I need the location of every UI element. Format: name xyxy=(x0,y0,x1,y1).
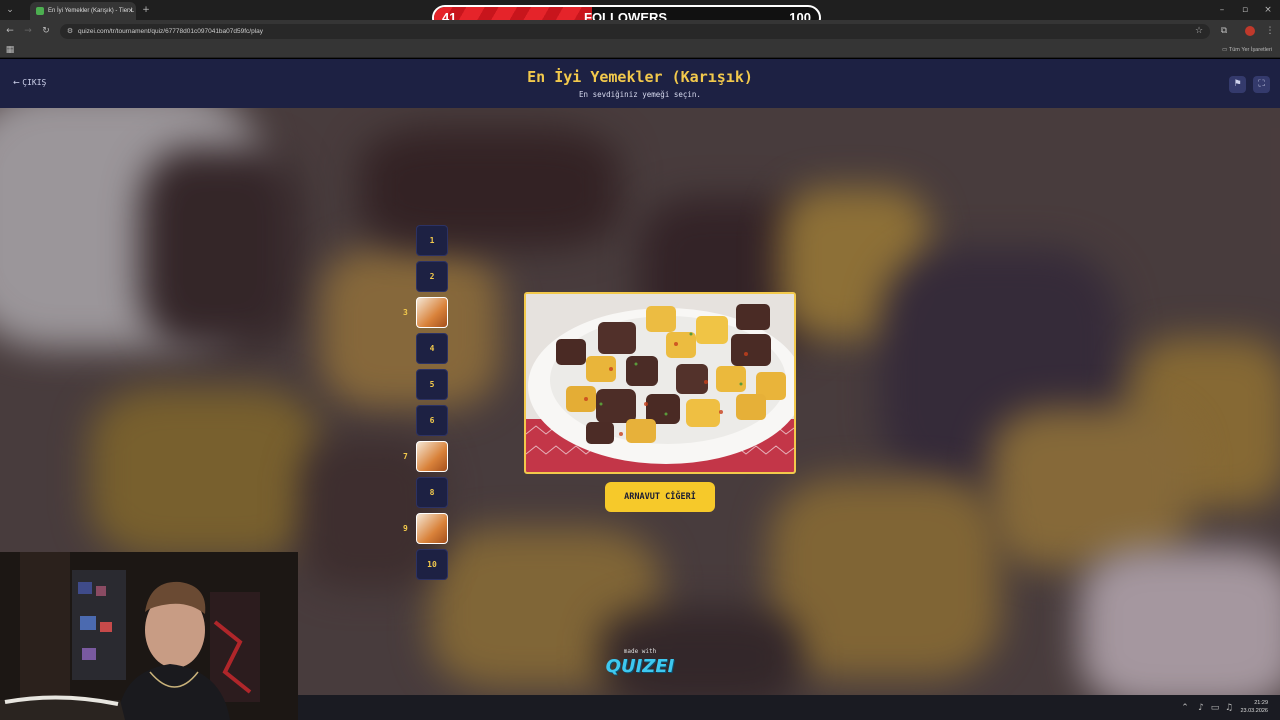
minimize-icon[interactable]: – xyxy=(1216,4,1228,16)
round-5[interactable]: 5 xyxy=(416,369,448,400)
close-window-icon[interactable]: × xyxy=(1262,4,1274,16)
food-image[interactable] xyxy=(524,292,796,474)
fullscreen-button[interactable]: ⛶ xyxy=(1253,76,1270,93)
tab-close-icon[interactable]: × xyxy=(128,2,133,20)
forward-arrow-icon[interactable]: → xyxy=(22,25,34,37)
flag-icon: ⚑ xyxy=(1233,79,1242,89)
round-9-thumbnail[interactable] xyxy=(416,513,448,544)
folder-icon: ▭ xyxy=(1221,47,1229,53)
all-bookmarks[interactable]: ▭ Tüm Yer İşaretleri xyxy=(1222,44,1272,56)
round-8[interactable]: 8 xyxy=(416,477,448,508)
browser-tab[interactable]: En İyi Yemekler (Karışık) - Tier L × xyxy=(30,2,136,20)
clock-date: 23.03.2026 xyxy=(1240,708,1268,714)
page-subtitle: En sevdiğiniz yemeği seçin. xyxy=(579,90,701,99)
select-item-button[interactable]: ARNAVUT CİĞERİ xyxy=(605,482,715,512)
round-7-label: 7 xyxy=(403,452,408,461)
webcam-image xyxy=(0,552,298,720)
reload-icon[interactable]: ↻ xyxy=(40,25,52,37)
volume-icon[interactable]: ♫ xyxy=(1224,702,1234,714)
round-7-thumbnail[interactable] xyxy=(416,441,448,472)
round-4[interactable]: 4 xyxy=(416,333,448,364)
round-10[interactable]: 10 xyxy=(416,549,448,580)
network-icon[interactable]: ▭ xyxy=(1210,702,1220,714)
bookmark-star-icon[interactable]: ☆ xyxy=(1193,25,1205,37)
tab-list-icon[interactable]: ⌄ xyxy=(4,4,16,16)
tab-title: En İyi Yemekler (Karışık) - Tier L xyxy=(48,8,135,14)
mic-icon[interactable]: ♪ xyxy=(1196,702,1206,714)
taskbar xyxy=(298,695,1280,720)
fullscreen-icon: ⛶ xyxy=(1258,79,1265,89)
report-flag-button[interactable]: ⚑ xyxy=(1229,76,1246,93)
tab-favicon-icon xyxy=(36,7,44,15)
webcam-overlay xyxy=(0,552,298,720)
quizei-logo[interactable]: QUIZEI xyxy=(590,655,690,679)
tray-arrow-icon[interactable]: ⌃ xyxy=(1180,702,1190,714)
round-3-label: 3 xyxy=(403,308,408,317)
round-1[interactable]: 1 xyxy=(416,225,448,256)
apps-grid-icon[interactable]: ▦ xyxy=(4,44,16,56)
address-bar[interactable]: ⚙ quizei.com/tr/tournament/quiz/67778d01… xyxy=(60,24,1210,39)
site-info-icon[interactable]: ⚙ xyxy=(65,25,75,37)
url-text: quizei.com/tr/tournament/quiz/67778d01c0… xyxy=(78,28,264,35)
round-3-thumbnail[interactable] xyxy=(416,297,448,328)
round-9-label: 9 xyxy=(403,524,408,533)
all-bookmarks-label: Tüm Yer İşaretleri xyxy=(1228,47,1272,53)
maximize-icon[interactable]: ▫ xyxy=(1239,4,1251,16)
round-6[interactable]: 6 xyxy=(416,405,448,436)
new-tab-icon[interactable]: + xyxy=(140,4,152,16)
food-photo xyxy=(526,294,794,472)
taskbar-clock[interactable]: 21:29 23.03.2026 xyxy=(1240,699,1268,715)
page-title: En İyi Yemekler (Karışık) xyxy=(527,68,753,86)
back-arrow-icon[interactable]: ← xyxy=(4,25,16,37)
bookmarks-bar xyxy=(0,42,1280,58)
round-list: 1 2 4 5 6 8 10 xyxy=(416,225,448,585)
menu-dots-icon[interactable]: ⋮ xyxy=(1264,25,1276,37)
profile-avatar[interactable] xyxy=(1245,26,1255,36)
round-2[interactable]: 2 xyxy=(416,261,448,292)
extensions-icon[interactable]: ⧉ xyxy=(1218,25,1230,37)
clock-time: 21:29 xyxy=(1254,700,1268,706)
